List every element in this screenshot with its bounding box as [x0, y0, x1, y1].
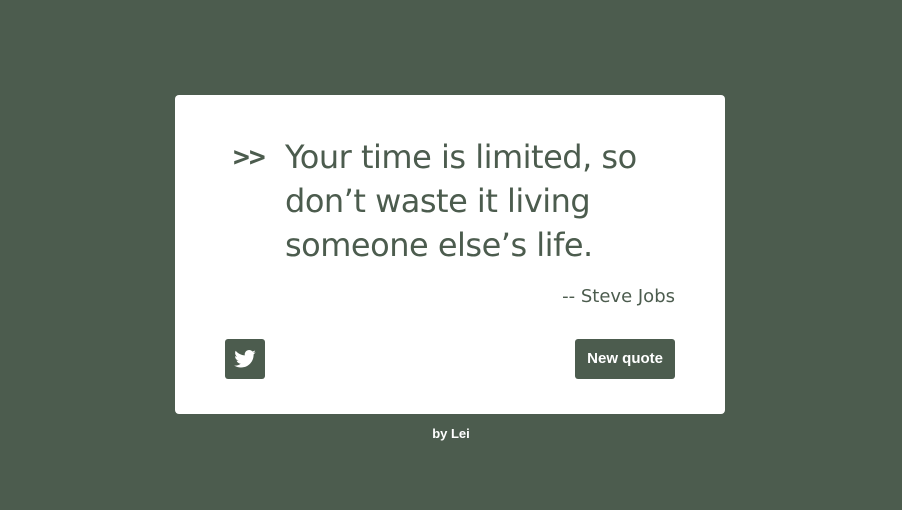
quote-author: -- Steve Jobs	[562, 286, 675, 307]
quote-box: >> Your time is limited, so don’t waste …	[233, 135, 683, 267]
quote-mark-icon: >>	[233, 140, 266, 173]
tweet-quote-button[interactable]	[225, 339, 265, 379]
new-quote-button[interactable]: New quote	[575, 339, 675, 379]
footer-credit: by Lei	[432, 426, 470, 441]
twitter-icon	[234, 350, 256, 368]
quote-text: Your time is limited, so don’t waste it …	[285, 138, 637, 264]
quote-card: >> Your time is limited, so don’t waste …	[175, 95, 725, 414]
